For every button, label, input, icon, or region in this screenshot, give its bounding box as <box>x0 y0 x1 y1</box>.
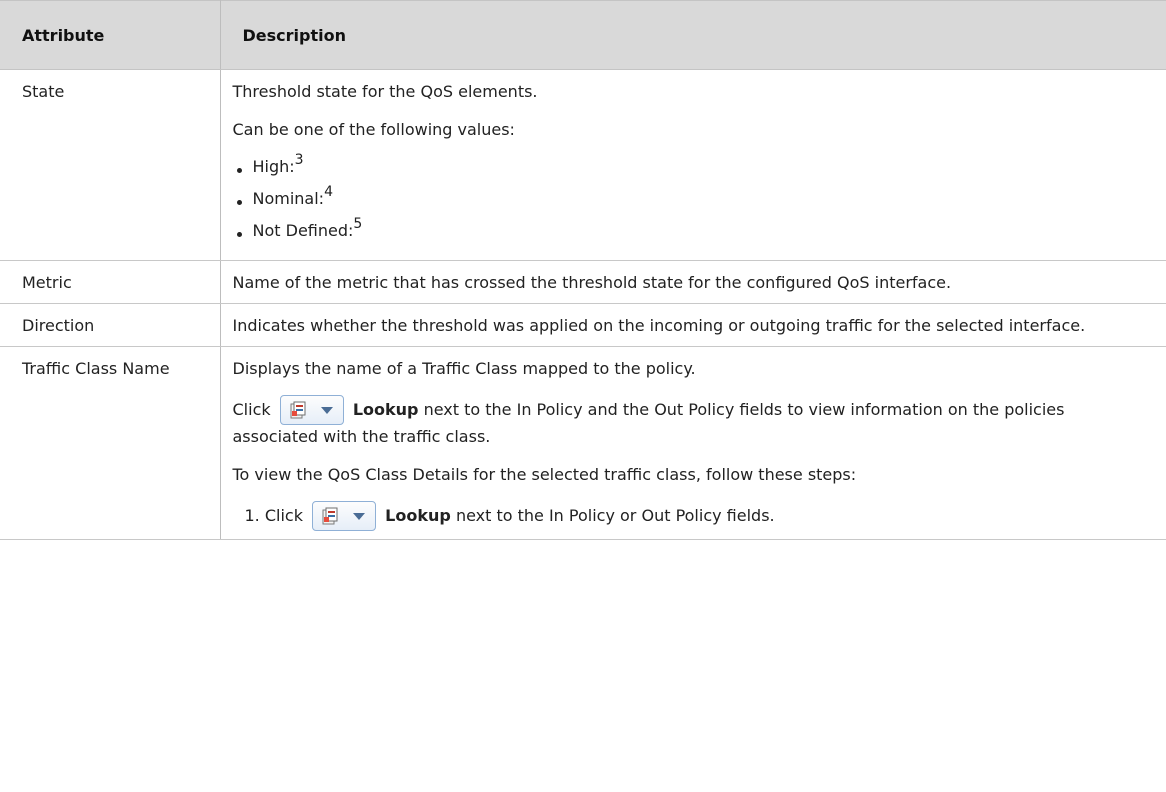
attribute-cell: Traffic Class Name <box>0 346 221 540</box>
list-item: 1. Click Lookup next to the In Policy or… <box>233 501 1127 531</box>
table-row: State Threshold state for the QoS elemen… <box>0 69 1166 261</box>
table-row: Metric Name of the metric that has cross… <box>0 260 1166 304</box>
lookup-instruction: Click Lookup next to the In Policy and t… <box>233 395 1127 449</box>
list-item: Nominal:4 <box>233 185 1127 210</box>
attributes-table-container: Attribute Description State Threshold st… <box>0 0 1166 792</box>
list-item: High:3 <box>233 153 1127 178</box>
description-cell: Displays the name of a Traffic Class map… <box>220 346 1166 540</box>
lookup-label: Lookup <box>352 400 419 419</box>
table-header-row: Attribute Description <box>0 0 1166 70</box>
list-item: Not Defined:5 <box>233 217 1127 242</box>
policy-doc-icon <box>322 507 338 525</box>
steps-intro: To view the QoS Class Details for the se… <box>232 465 857 484</box>
attributes-table: Attribute Description State Threshold st… <box>0 0 1166 540</box>
steps-list: 1. Click Lookup next to the In Policy or… <box>233 501 1127 531</box>
state-description: Threshold state for the QoS elements. <box>232 82 538 101</box>
attribute-cell: Metric <box>0 260 221 304</box>
header-attribute: Attribute <box>0 0 221 70</box>
table-row: Direction Indicates whether the threshol… <box>0 303 1166 347</box>
traffic-class-description: Displays the name of a Traffic Class map… <box>232 359 696 378</box>
chevron-down-icon <box>320 407 333 414</box>
header-description: Description <box>220 0 1166 70</box>
policy-doc-icon <box>290 401 306 419</box>
description-cell: Name of the metric that has crossed the … <box>220 260 1166 304</box>
description-cell: Threshold state for the QoS elements. Ca… <box>220 69 1166 261</box>
lookup-dropdown-icon[interactable] <box>279 395 344 425</box>
lookup-label: Lookup <box>385 506 451 525</box>
attribute-cell: Direction <box>0 303 221 347</box>
lookup-dropdown-icon[interactable] <box>312 501 377 531</box>
state-values-intro: Can be one of the following values: <box>232 120 515 139</box>
chevron-down-icon <box>353 513 366 520</box>
description-cell: Indicates whether the threshold was appl… <box>220 303 1166 347</box>
table-row: Traffic Class Name Displays the name of … <box>0 346 1166 540</box>
state-values-list: High:3 Nominal:4 Not Defined:5 <box>233 153 1127 242</box>
attribute-cell: State <box>0 69 221 261</box>
